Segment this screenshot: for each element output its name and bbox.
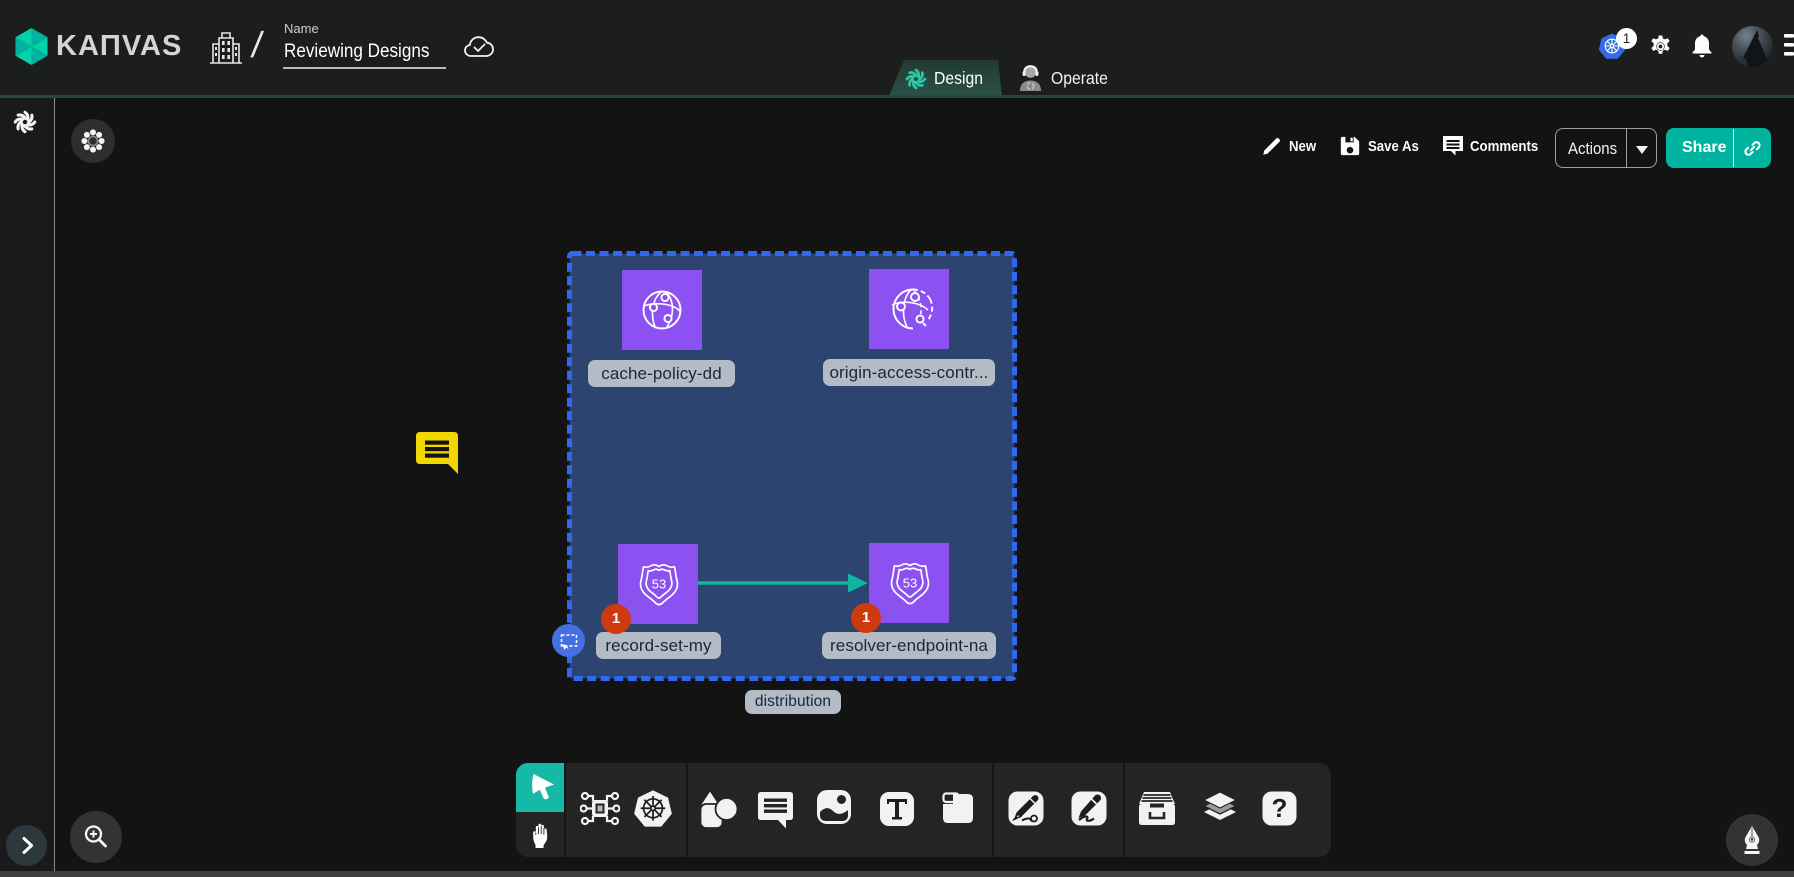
svg-text:?: ? bbox=[1272, 793, 1288, 823]
svg-text:53: 53 bbox=[652, 577, 666, 592]
svg-text:53: 53 bbox=[903, 576, 917, 591]
